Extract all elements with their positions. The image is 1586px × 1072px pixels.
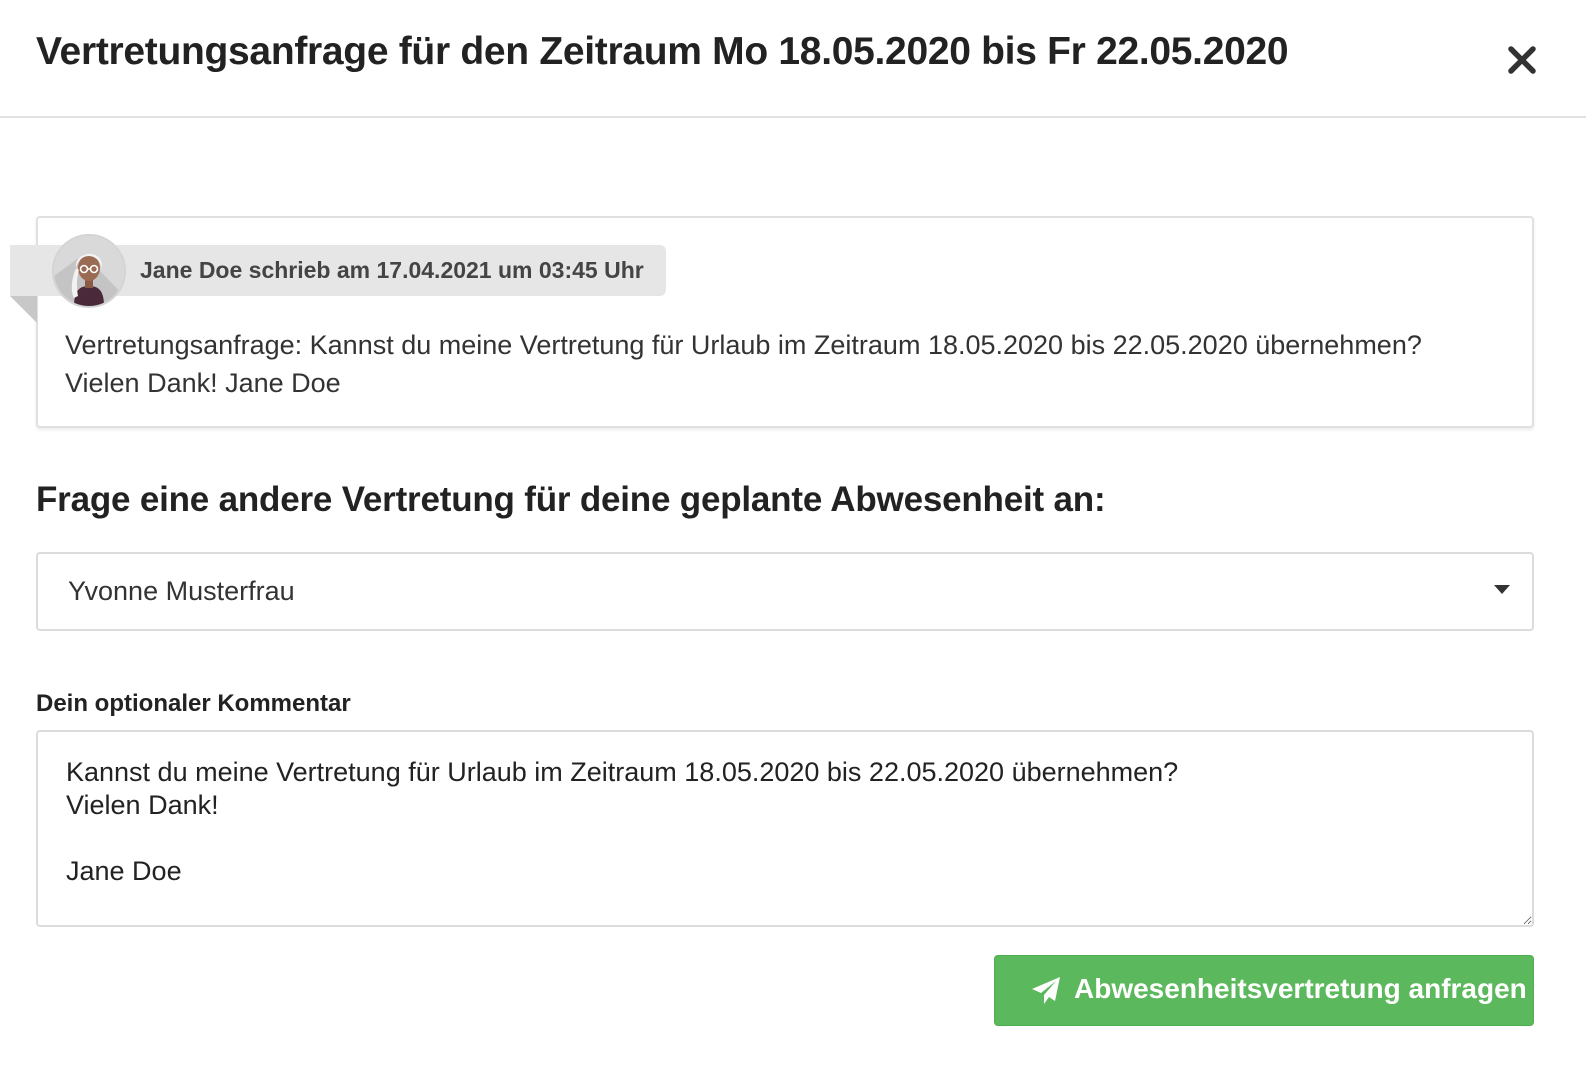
message-text-line: Vertretungsanfrage: Kannst du meine Vert…: [65, 330, 1422, 360]
modal-title: Vertretungsanfrage für den Zeitraum Mo 1…: [36, 30, 1289, 73]
section-heading: Frage eine andere Vertretung für deine g…: [36, 480, 1106, 519]
message-text: Vertretungsanfrage: Kannst du meine Vert…: [65, 326, 1505, 402]
request-substitute-button-label: Abwesenheitsvertretung anfragen: [1074, 973, 1527, 1004]
comment-label: Dein optionaler Kommentar: [36, 690, 351, 717]
message-text-line: Vielen Dank! Jane Doe: [65, 368, 341, 398]
user-avatar-icon: [54, 236, 124, 306]
close-icon: [1508, 46, 1536, 74]
substitute-select[interactable]: Yvonne Musterfrau: [36, 552, 1534, 631]
close-button[interactable]: [1502, 40, 1542, 80]
caret-down-icon: [1494, 585, 1510, 594]
request-substitute-button[interactable]: Abwesenheitsvertretung anfragen: [994, 955, 1534, 1026]
comment-textarea[interactable]: Kannst du meine Vertretung für Urlaub im…: [36, 730, 1534, 927]
ribbon-fold: [10, 296, 37, 323]
avatar: [52, 234, 126, 308]
modal-header: Vertretungsanfrage für den Zeitraum Mo 1…: [0, 0, 1586, 118]
paper-plane-icon: [1032, 977, 1060, 1004]
substitute-select-value: Yvonne Musterfrau: [68, 576, 295, 606]
message-author-line: Jane Doe schrieb am 17.04.2021 um 03:45 …: [140, 257, 644, 283]
